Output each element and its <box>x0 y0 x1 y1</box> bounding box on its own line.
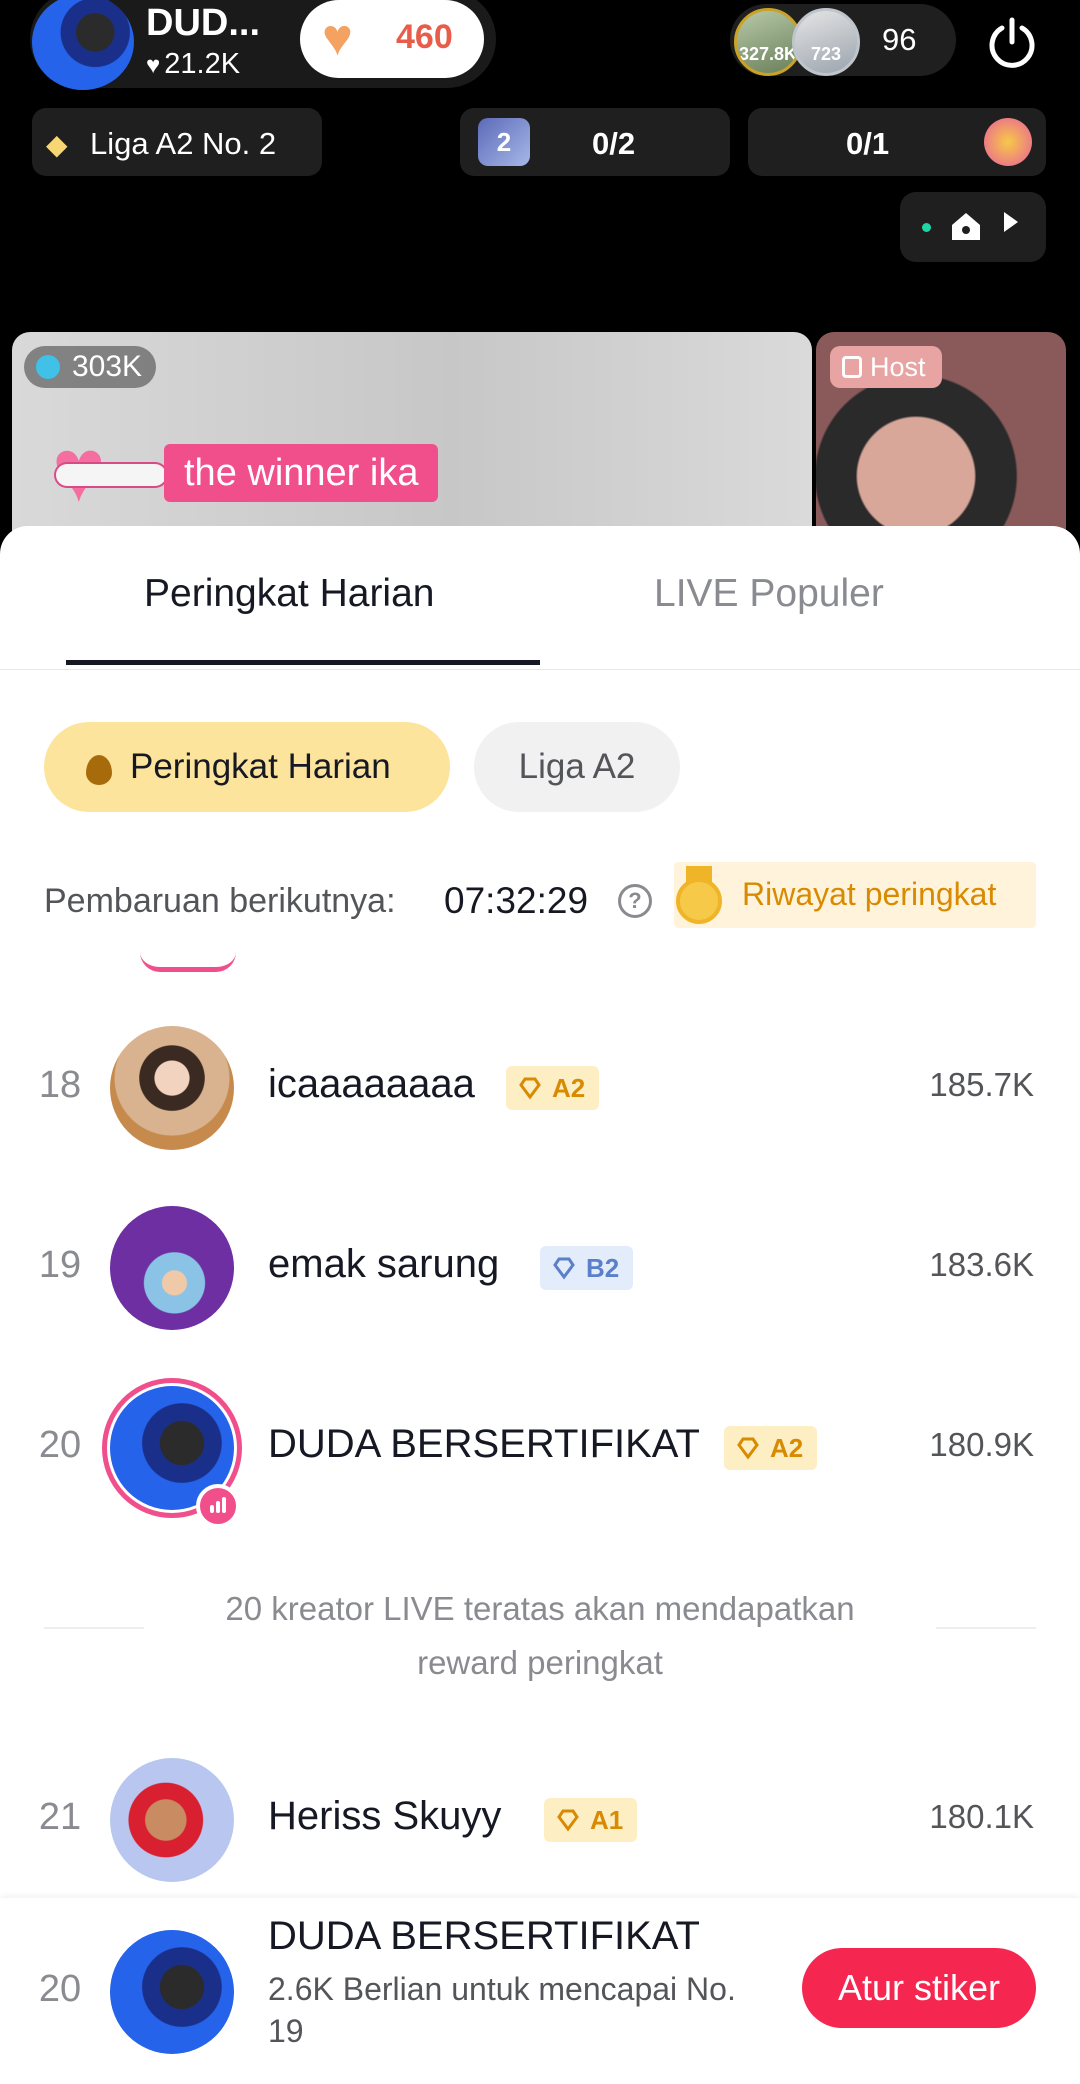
table-row[interactable]: 21 Heriss Skuyy A1 180.1K <box>0 1752 1080 1882</box>
refresh-countdown: 07:32:29 <box>444 880 589 921</box>
filter-chip-daily[interactable]: Peringkat Harian <box>44 722 450 812</box>
winner-banner: ♥ the winner ika <box>52 426 492 516</box>
host-tag-label: Host <box>870 352 926 382</box>
creator-score: 180.1K <box>929 1798 1034 1835</box>
ranking-history-label: Riwayat peringkat <box>742 876 997 912</box>
viewer-count: 96 <box>882 22 917 57</box>
creator-name: emak sarung <box>268 1242 500 1286</box>
rank-number: 20 <box>38 1424 82 1466</box>
diamond-icon <box>557 1809 579 1832</box>
avatar[interactable] <box>110 1206 234 1330</box>
live-indicator-icon <box>196 1484 240 1528</box>
lock-icon <box>842 356 862 378</box>
active-tab-indicator <box>66 660 540 665</box>
tab-bar: Peringkat Harian LIVE Populer <box>0 526 1080 670</box>
table-row[interactable]: 19 emak sarung B2 183.6K <box>0 1200 1080 1330</box>
live-stream-header: DUD... ♥ 21.2K ♥ 460 327.8K 723 96 ◆ Liga… <box>0 0 1080 572</box>
power-icon[interactable] <box>984 14 1040 70</box>
diamond-icon <box>519 1077 541 1100</box>
reward-note: 20 kreator LIVE teratas akan mendapatkan… <box>0 1582 1080 1690</box>
quest-icon: 2 <box>478 118 530 166</box>
creator-name: DUDA BERSERTIFIKAT <box>268 1422 700 1466</box>
help-icon[interactable]: ? <box>618 884 652 918</box>
main-viewers: 303K <box>72 350 143 383</box>
host-likes: ♥ 21.2K <box>146 48 240 81</box>
diamond-icon <box>737 1437 759 1460</box>
creator-score: 180.9K <box>929 1426 1034 1463</box>
emoji-gift-icon <box>984 118 1032 166</box>
league-label: Liga A2 No. 2 <box>90 126 277 161</box>
league-badge-label: A2 <box>770 1433 804 1463</box>
coin-count: 460 <box>396 18 453 56</box>
flame-icon <box>86 755 112 785</box>
reward-note-line: reward peringkat <box>417 1644 663 1681</box>
creator-score: 183.6K <box>929 1246 1034 1283</box>
heart-icon: ♥ <box>146 52 161 79</box>
creator-name: icaaaaaaaa <box>268 1062 475 1106</box>
host-name: DUD... <box>146 2 260 44</box>
rank-number: 19 <box>38 1244 82 1286</box>
league-badge: A2 <box>724 1426 818 1470</box>
league-badge: A1 <box>544 1798 638 1842</box>
host-tag: Host <box>830 346 942 388</box>
table-row[interactable]: 20 DUDA BERSERTIFIKAT A2 180.9K <box>0 1378 1080 1528</box>
medal-icon <box>674 866 724 924</box>
reward-note-line: 20 kreator LIVE teratas akan mendapatkan <box>225 1590 855 1627</box>
league-pill[interactable]: ◆ Liga A2 No. 2 <box>32 108 322 176</box>
filter-chip-label: Peringkat Harian <box>130 747 391 786</box>
home-icon <box>952 213 980 240</box>
top-viewer-score: 327.8K <box>738 44 798 64</box>
explore-pill[interactable] <box>900 192 1046 262</box>
quest-progress: 0/2 <box>592 126 636 161</box>
gift-coin-pill[interactable]: ♥ 460 <box>300 0 484 78</box>
filter-chip-league[interactable]: Liga A2 <box>474 722 680 812</box>
plane-icon <box>56 464 166 486</box>
league-badge-label: A1 <box>590 1805 624 1835</box>
quest-pill-2[interactable]: 0/1 <box>748 108 1046 176</box>
partial-avatar-ring <box>140 952 236 972</box>
top-viewer-avatar[interactable]: 723 <box>792 8 860 76</box>
rank-number: 21 <box>38 1796 82 1838</box>
table-row[interactable]: 18 icaaaaaaaa A2 185.7K <box>0 1020 1080 1150</box>
winner-banner-text: the winner ika <box>164 444 439 502</box>
ranking-history-button[interactable]: Riwayat peringkat <box>674 862 1036 928</box>
league-badge: B2 <box>540 1246 634 1290</box>
diamond-icon <box>553 1257 575 1280</box>
my-rank-row[interactable]: 20 DUDA BERSERTIFIKAT 2.6K Berlian untuk… <box>0 1898 1080 2084</box>
rank-number: 18 <box>38 1064 82 1106</box>
set-sticker-button[interactable]: Atur stiker <box>802 1948 1036 2028</box>
tab-daily-ranking[interactable]: Peringkat Harian <box>144 572 434 616</box>
creator-name: Heriss Skuyy <box>268 1794 502 1838</box>
online-dot-icon <box>922 223 931 232</box>
host-likes-count: 21.2K <box>164 48 241 80</box>
heart-gift-icon: ♥ <box>322 9 353 67</box>
my-creator-name: DUDA BERSERTIFIKAT <box>268 1914 700 1958</box>
league-badge-label: B2 <box>586 1253 620 1283</box>
quest-progress: 0/1 <box>846 126 890 161</box>
avatar[interactable] <box>110 1930 234 2054</box>
viewer-icon <box>36 355 60 379</box>
creator-score: 185.7K <box>929 1066 1034 1103</box>
tab-popular-live[interactable]: LIVE Populer <box>654 572 884 616</box>
play-arrow-icon <box>1004 212 1018 232</box>
refresh-label: Pembaruan berikutnya: <box>44 882 396 920</box>
top-viewer-score: 723 <box>810 44 842 64</box>
my-rank-subtitle: 2.6K Berlian untuk mencapai No. 19 <box>268 1971 736 2049</box>
diamond-icon: ◆ <box>46 129 68 160</box>
avatar[interactable] <box>110 1758 234 1882</box>
quest-pill-1[interactable]: 2 0/2 <box>460 108 730 176</box>
league-badge-label: A2 <box>552 1073 586 1103</box>
avatar[interactable] <box>110 1026 234 1150</box>
ranking-sheet: Peringkat Harian LIVE Populer Peringkat … <box>0 526 1080 2084</box>
league-badge: A2 <box>506 1066 600 1110</box>
my-rank-number: 20 <box>38 1968 82 2010</box>
viewer-chip: 303K <box>24 346 157 388</box>
